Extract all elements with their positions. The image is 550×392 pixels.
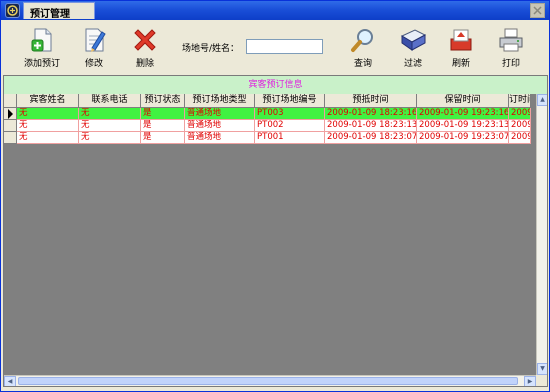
table-cell[interactable]: PT003 [255, 108, 325, 120]
scroll-corner [536, 375, 547, 386]
reservation-grid: 宾客预订信息 宾客姓名 联系电话 预订状态 预订场地类型 预订场地编号 预抵时间 保留时间订… [3, 75, 548, 387]
table-cell[interactable]: PT002 [255, 120, 325, 132]
table-cell[interactable]: 2009-01-09 19:23:16 [417, 108, 509, 120]
table-cell[interactable]: 无 [17, 108, 79, 120]
table-cell[interactable]: 2009-01-09 19:23:13 [417, 120, 509, 132]
table-row[interactable]: 无无是普通场地 PT003 2009-01-09 18:23:16 2009-01-0… [4, 108, 536, 120]
print-button[interactable]: 打印 [496, 26, 526, 70]
table-cell[interactable]: 无 [79, 120, 141, 132]
refresh-label: 刷新 [451, 59, 470, 69]
column-header[interactable]: 订时间 [509, 94, 531, 108]
column-header[interactable]: 宾客姓名 [17, 94, 79, 108]
table-cell[interactable]: 是 [141, 108, 185, 120]
column-header[interactable]: 预抵时间 [325, 94, 417, 108]
edit-button[interactable]: 修改 [79, 26, 109, 70]
toolbar: 添加预订 修改 删除 场地号/姓名： 查询 过滤 刷新 打印 [2, 21, 548, 73]
row-selector[interactable] [4, 120, 17, 132]
window-title: 预订管理 [30, 9, 70, 20]
add-reservation-label: 添加预订 [23, 59, 60, 69]
print-label: 打印 [501, 59, 520, 69]
table-cell[interactable]: 是 [141, 132, 185, 144]
table-cell[interactable]: 是 [141, 120, 185, 132]
query-label: 查询 [353, 59, 372, 69]
row-selector[interactable] [4, 108, 17, 120]
delete-label: 删除 [135, 59, 154, 69]
horizontal-scrollbar[interactable]: ◀ ▶ [4, 375, 536, 386]
table-cell[interactable]: 普通场地 [185, 108, 255, 120]
scroll-left-arrow[interactable]: ◀ [4, 376, 16, 386]
red-x-icon [134, 29, 156, 51]
query-button[interactable]: 查询 [348, 26, 378, 70]
table-cell[interactable]: 无 [79, 132, 141, 144]
table-cell[interactable]: 2009-01-09 18:23:07 [325, 132, 417, 144]
magnifier-icon [351, 29, 373, 52]
table-row[interactable]: 无无是普通场地 PT001 2009-01-09 18:23:07 2009-01-0… [4, 132, 536, 144]
grid-caption: 宾客预订信息 [4, 76, 547, 94]
column-header[interactable]: 联系电话 [79, 94, 141, 108]
table-cell[interactable]: 2009-01-09 18:23:13 [325, 120, 417, 132]
delete-button[interactable]: 删除 [130, 26, 160, 70]
vertical-scrollbar[interactable]: ▲ ▼ [536, 94, 547, 386]
search-label: 场地号/姓名： [182, 44, 240, 54]
table-row[interactable]: 无无是普通场地 PT002 2009-01-09 18:23:13 2009-01-0… [4, 120, 536, 132]
table-cell[interactable]: 无 [79, 108, 141, 120]
column-header[interactable]: 预订场地编号 [255, 94, 325, 108]
scroll-down-arrow[interactable]: ▼ [537, 363, 547, 375]
printer-icon [499, 28, 523, 52]
app-icon [5, 3, 20, 18]
filter-button[interactable]: 过滤 [398, 26, 428, 70]
close-icon [533, 6, 542, 15]
edit-label: 修改 [84, 59, 103, 69]
scroll-up-arrow[interactable]: ▲ [537, 94, 547, 106]
title-bar: 预订管理 [1, 1, 549, 20]
filter-funnel-icon [400, 29, 427, 51]
reservation-window: 预订管理 添加预订 修改 删除 场地号/姓名： 查询 过滤 刷新 打印 宾客预订… [0, 0, 550, 392]
add-document-icon [31, 28, 52, 52]
table-cell[interactable]: 2009-01-09 19:23:07 [417, 132, 509, 144]
table-cell[interactable]: 2009- [509, 132, 531, 144]
scroll-right-arrow[interactable]: ▶ [524, 376, 536, 386]
search-input[interactable] [246, 39, 323, 54]
current-row-arrow-icon [8, 109, 13, 119]
table-cell[interactable]: 2009- [509, 108, 531, 120]
table-cell[interactable]: 无 [17, 120, 79, 132]
table-cell[interactable]: 无 [17, 132, 79, 144]
table-cell[interactable]: 普通场地 [185, 120, 255, 132]
grid-header: 宾客姓名联系电话预订状态预订场地类型预订场地编号预抵时间保留时间订时间 [4, 94, 536, 108]
close-button[interactable] [530, 3, 545, 18]
horizontal-scroll-thumb[interactable] [18, 377, 518, 385]
table-cell[interactable]: 普通场地 [185, 132, 255, 144]
column-header[interactable]: 保留时间 [417, 94, 509, 108]
column-header[interactable]: 预订场地类型 [185, 94, 255, 108]
header-row-selector [4, 94, 17, 108]
refresh-button[interactable]: 刷新 [446, 26, 476, 70]
table-cell[interactable]: 2009- [509, 120, 531, 132]
add-reservation-button[interactable]: 添加预订 [22, 26, 62, 70]
edit-document-icon [85, 28, 106, 52]
refresh-tray-icon [450, 29, 472, 51]
filter-label: 过滤 [403, 59, 422, 69]
window-title-tab: 预订管理 [23, 2, 95, 20]
table-cell[interactable]: PT001 [255, 132, 325, 144]
table-cell[interactable]: 2009-01-09 18:23:16 [325, 108, 417, 120]
row-selector[interactable] [4, 132, 17, 144]
column-header[interactable]: 预订状态 [141, 94, 185, 108]
